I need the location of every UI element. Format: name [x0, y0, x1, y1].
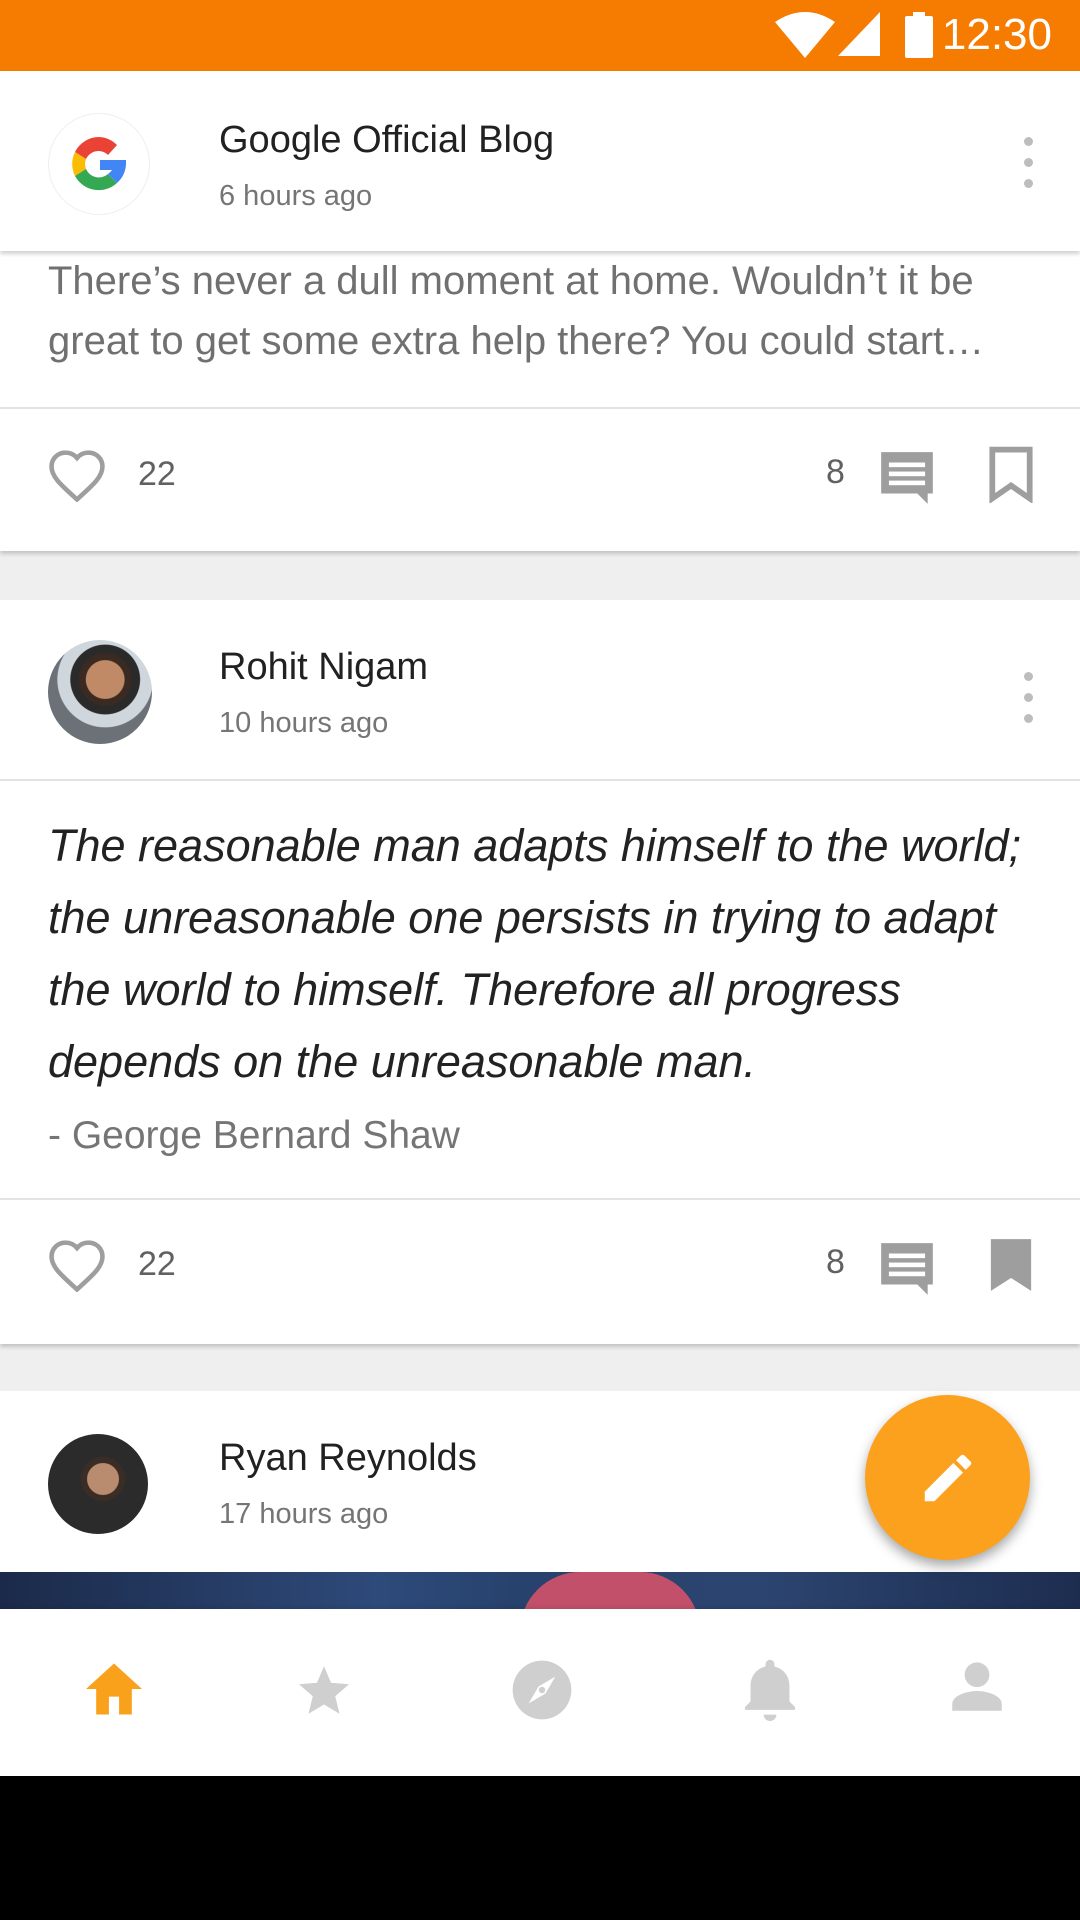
like-count: 22 — [138, 1245, 176, 1283]
divider — [0, 779, 1080, 781]
post-header: Google Official Blog 6 hours ago — [0, 71, 1080, 251]
post-time: 17 hours ago — [219, 1498, 389, 1530]
post-image[interactable] — [0, 1572, 1080, 1609]
post-author[interactable]: Rohit Nigam — [219, 646, 428, 689]
post-actions: 22 8 — [0, 409, 1080, 549]
status-bar: 12:30 — [0, 0, 1080, 71]
google-logo-icon — [72, 137, 126, 191]
cell-signal-icon — [838, 12, 880, 56]
comment-icon[interactable] — [876, 447, 938, 509]
post-header: Rohit Nigam 10 hours ago — [0, 600, 1080, 780]
post-card: Google Official Blog 6 hours ago There’s… — [0, 71, 1080, 551]
avatar-rohit-nigam[interactable] — [48, 640, 152, 744]
avatar-google[interactable] — [48, 113, 150, 215]
post-time: 6 hours ago — [219, 180, 373, 212]
battery-icon — [905, 12, 933, 58]
compass-icon — [512, 1660, 572, 1720]
like-count: 22 — [138, 455, 176, 493]
post-time: 10 hours ago — [219, 707, 389, 739]
pencil-icon — [924, 1454, 972, 1502]
overflow-menu-button[interactable] — [1016, 137, 1040, 197]
post-card: Rohit Nigam 10 hours ago The reasonable … — [0, 600, 1080, 1344]
post-actions: 22 8 — [0, 1200, 1080, 1340]
comment-count: 8 — [826, 1243, 845, 1281]
comment-count: 8 — [826, 453, 845, 491]
person-icon — [952, 1662, 1002, 1711]
status-time: 12:30 — [941, 10, 1052, 59]
post-snippet[interactable]: There’s never a dull moment at home. Wou… — [48, 251, 1038, 371]
home-icon — [86, 1663, 142, 1715]
system-navigation-bar — [0, 1776, 1080, 1920]
post-author[interactable]: Google Official Blog — [219, 119, 554, 162]
nav-home[interactable] — [6, 1609, 222, 1776]
bookmark-outline-icon[interactable] — [988, 445, 1034, 503]
nav-profile[interactable] — [868, 1609, 1080, 1776]
nav-explore[interactable] — [432, 1609, 648, 1776]
bookmark-filled-icon[interactable] — [988, 1236, 1034, 1294]
post-author[interactable]: Ryan Reynolds — [219, 1437, 477, 1480]
comment-icon[interactable] — [876, 1238, 938, 1300]
wifi-icon — [775, 12, 835, 58]
star-icon — [299, 1666, 349, 1714]
heart-outline-icon[interactable] — [46, 446, 108, 502]
avatar-ryan-reynolds[interactable] — [48, 1434, 148, 1534]
heart-outline-icon[interactable] — [46, 1236, 108, 1292]
quote-author: - George Bernard Shaw — [48, 1114, 460, 1157]
overflow-menu-button[interactable] — [1016, 672, 1040, 732]
post-quote[interactable]: The reasonable man adapts himself to the… — [48, 810, 1048, 1098]
compose-fab-button[interactable] — [865, 1395, 1030, 1560]
nav-notifications[interactable] — [662, 1609, 878, 1776]
bottom-navigation — [0, 1609, 1080, 1776]
nav-favorites[interactable] — [216, 1609, 432, 1776]
bell-icon — [744, 1659, 796, 1721]
